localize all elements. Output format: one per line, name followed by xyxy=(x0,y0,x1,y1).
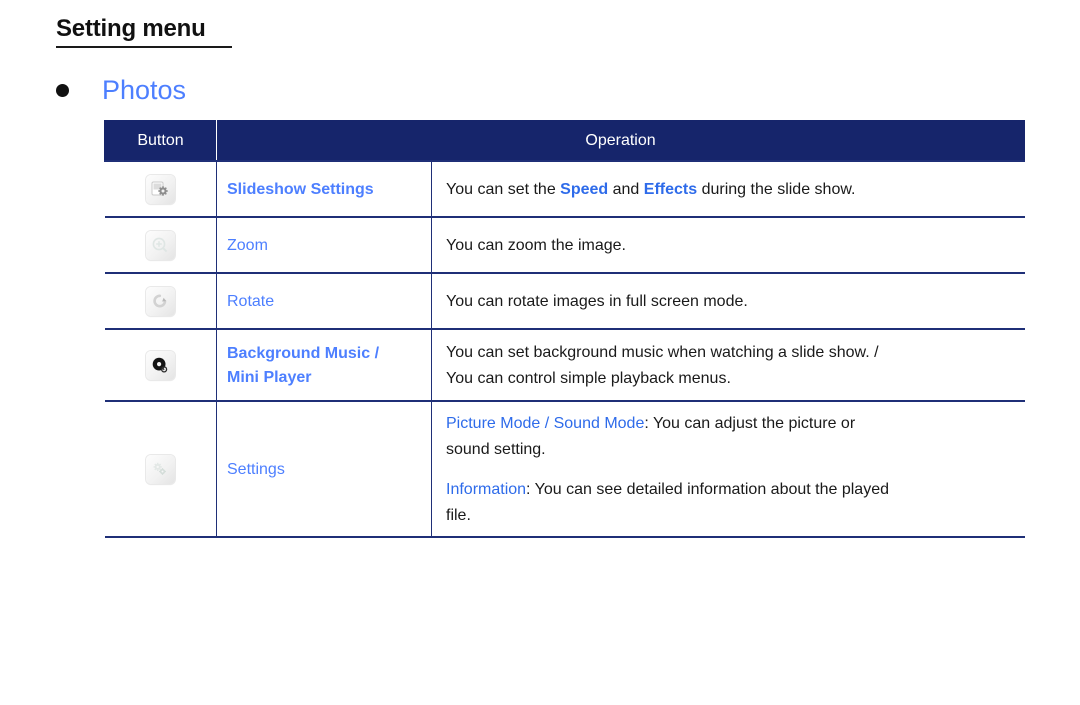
operation-text-bgmusic-line2: You can control simple playback menus. xyxy=(446,369,731,387)
zoom-icon xyxy=(145,230,175,260)
table-cell-name: Background Music / Mini Player xyxy=(216,328,432,402)
operation-line: sound setting. xyxy=(446,440,546,458)
slideshow-settings-icon xyxy=(145,174,175,204)
row-label-settings: Settings xyxy=(227,460,285,478)
page-title: Setting menu xyxy=(56,15,206,42)
operation-text-bgmusic-line1: You can set background music when watchi… xyxy=(446,343,879,361)
section-heading: Photos xyxy=(56,72,186,108)
row-label-background-music: Background Music / xyxy=(227,344,380,362)
op-text-part-a: You can set the xyxy=(446,180,561,198)
table-cell-button xyxy=(104,328,217,402)
op-highlight-effects: Effects xyxy=(643,180,698,198)
background-music-disc-icon xyxy=(145,350,175,380)
table-cell-button xyxy=(104,400,217,538)
table-row: Zoom You can zoom the image. xyxy=(104,216,1025,274)
table-cell-operation: Picture Mode / Sound Mode: You can adjus… xyxy=(431,400,1025,538)
table-row: Slideshow Settings You can set the Speed… xyxy=(104,160,1025,218)
rotate-icon xyxy=(145,286,175,316)
operation-paragraph-picture-sound: Picture Mode / Sound Mode: You can adjus… xyxy=(446,411,1011,462)
table-row: Background Music / Mini Player You can s… xyxy=(104,328,1025,402)
photos-operation-table: Button Operation Slideshow Settings You … xyxy=(104,120,1026,538)
page-title-underline xyxy=(56,46,232,48)
settings-gear-icon xyxy=(145,454,175,484)
table-cell-operation: You can zoom the image. xyxy=(431,216,1025,274)
operation-text-rotate: You can rotate images in full screen mod… xyxy=(446,292,748,310)
row-label-zoom: Zoom xyxy=(227,236,268,254)
op-text-part-e: during the slide show. xyxy=(697,180,856,198)
operation-text-zoom: You can zoom the image. xyxy=(446,236,626,254)
table-cell-button xyxy=(104,160,217,218)
table-row: Settings Picture Mode / Sound Mode: You … xyxy=(104,400,1025,538)
table-row: Rotate You can rotate images in full scr… xyxy=(104,272,1025,330)
row-label-rotate: Rotate xyxy=(227,292,275,310)
column-header-operation: Operation xyxy=(215,120,1026,162)
op-highlight-speed: Speed xyxy=(560,180,609,198)
op-highlight-information: Information xyxy=(446,480,527,498)
section-heading-label: Photos xyxy=(102,75,187,105)
column-header-button: Button xyxy=(104,120,217,162)
table-cell-operation: You can set background music when watchi… xyxy=(431,328,1025,402)
table-cell-operation: You can rotate images in full screen mod… xyxy=(431,272,1025,330)
operation-line: file. xyxy=(446,506,471,524)
op-highlight-picture-sound-mode: Picture Mode / Sound Mode xyxy=(446,414,645,432)
table-cell-operation: You can set the Speed and Effects during… xyxy=(431,160,1025,218)
operation-line: Picture Mode / Sound Mode: You can adjus… xyxy=(446,411,1011,436)
table-cell-name: Slideshow Settings xyxy=(216,160,432,218)
operation-paragraph-information: Information: You can see detailed inform… xyxy=(446,477,1011,528)
operation-line: Information: You can see detailed inform… xyxy=(446,477,1011,502)
row-label-slideshow-settings: Slideshow Settings xyxy=(227,180,374,198)
op-text-part-c: and xyxy=(608,180,644,198)
operation-text-slideshow: You can set the Speed and Effects during… xyxy=(446,181,855,198)
table-cell-button xyxy=(104,272,217,330)
table-header-row: Button Operation xyxy=(104,120,1026,162)
row-label-mini-player: Mini Player xyxy=(227,368,312,386)
table-cell-name: Rotate xyxy=(216,272,432,330)
op-text-rest: : You can adjust the picture or xyxy=(644,414,856,432)
table-cell-name: Settings xyxy=(216,400,432,538)
bullet-dot-icon xyxy=(56,83,69,97)
table-cell-button xyxy=(104,216,217,274)
table-cell-name: Zoom xyxy=(216,216,432,274)
op-text-rest: : You can see detailed information about… xyxy=(526,480,889,498)
